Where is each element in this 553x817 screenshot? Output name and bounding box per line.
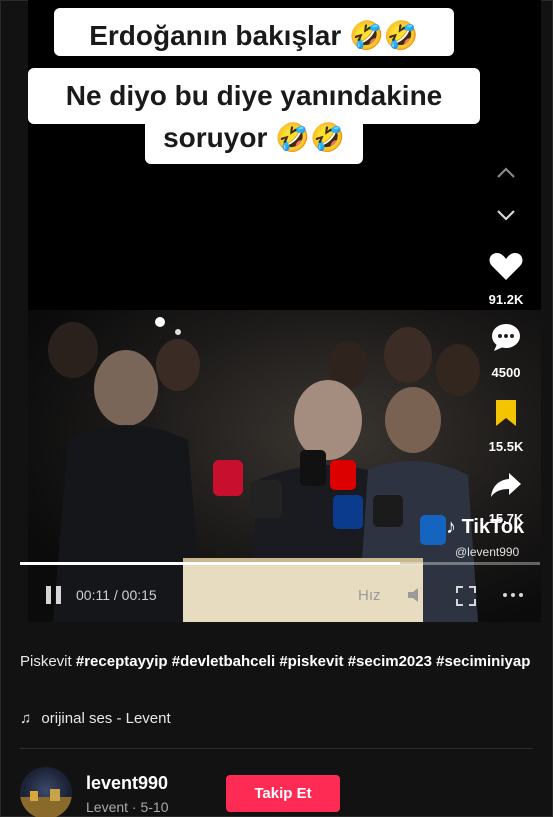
watermark-username: @levent990 [455,545,520,559]
avatar[interactable] [20,767,72,817]
volume-icon [408,588,418,602]
chevron-down-icon [497,210,515,221]
chevron-up-icon [497,167,515,178]
video-caption-line-1: Erdoğanın bakışlar 🤣🤣 [54,8,454,56]
like-count: 91.2K [488,292,524,307]
bookmark-icon [496,400,516,426]
author-subline: Levent · 5-10 [86,799,169,815]
post-text: Piskevit [20,653,72,670]
author-username[interactable]: levent990 [86,773,168,794]
post-description: Piskevit #receptayyip #devletbahceli #pi… [20,650,535,674]
comment-button[interactable] [483,320,529,359]
music-title: orijinal ses - Levent [41,710,171,727]
hashtag-link[interactable]: #secim2023 [348,653,432,670]
share-button[interactable] [483,468,529,507]
progress-bar[interactable] [20,562,540,565]
fullscreen-icon [456,586,476,606]
tiktok-brand-label: TikTok [461,516,525,538]
fullscreen-button[interactable] [455,585,477,611]
save-count: 15.5K [488,439,524,454]
heart-icon [489,253,523,280]
comment-count: 4500 [491,365,521,380]
save-button[interactable] [483,396,529,435]
music-link[interactable]: ♫ orijinal ses - Levent [20,710,171,727]
follow-button[interactable]: Takip Et [226,775,340,812]
tiktok-watermark: ♪ TikTok [446,516,524,539]
pause-button[interactable] [44,584,64,610]
more-horizontal-icon [503,593,523,597]
next-video-button[interactable] [483,204,529,231]
share-arrow-icon [491,473,521,497]
pause-icon [46,586,61,604]
progress-bar-fill [20,562,400,565]
hashtag-link[interactable]: #receptayyip [76,653,168,670]
previous-video-button[interactable] [483,162,529,189]
tiktok-logo-icon: ♪ [446,516,456,538]
playback-time: 00:11 / 00:15 [76,587,157,603]
music-note-icon: ♫ [20,710,32,727]
video-frame-image [28,310,541,622]
volume-button[interactable] [405,585,429,609]
hashtag-link[interactable]: #seciminiyap [436,653,530,670]
hashtag-link[interactable]: #piskevit [279,653,343,670]
speed-button[interactable]: Hız [358,587,381,604]
like-button[interactable] [483,250,529,289]
comment-icon [492,324,520,351]
video-caption-line-3: soruyor 🤣🤣 [145,114,363,164]
more-options-button[interactable] [501,585,525,609]
hashtag-link[interactable]: #devletbahceli [172,653,275,670]
divider [20,748,533,749]
